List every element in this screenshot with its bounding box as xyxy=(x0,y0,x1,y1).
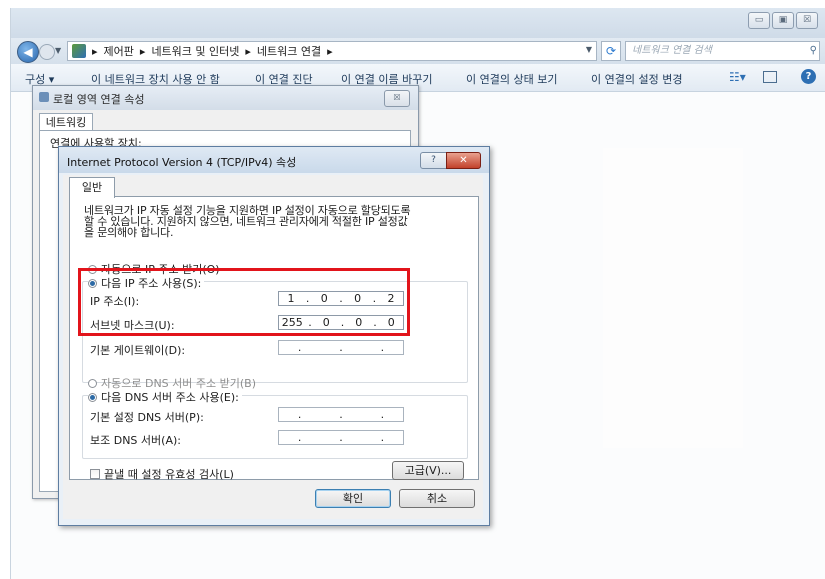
breadcrumb-sep: ▸ xyxy=(139,44,146,58)
cancel-button[interactable]: 취소 xyxy=(399,489,475,508)
network-adapter-icon xyxy=(39,92,49,102)
preferred-dns-field[interactable]: ... xyxy=(278,407,404,422)
dns-dot: . xyxy=(297,431,302,444)
maximize-button[interactable]: ▣ xyxy=(772,12,794,29)
navigation-bar: ◀ ▼ ▸ 제어판 ▸ 네트워크 및 인터넷 ▸ 네트워크 연결 ▸ ▼ ⟳ 네… xyxy=(11,38,825,64)
description-text: 네트워크가 IP 자동 설정 기능을 지원하면 IP 설정이 자동으로 할당되도… xyxy=(84,205,454,238)
view-options-icon[interactable]: ☷▾ xyxy=(729,70,746,84)
ipv4-dialog-titlebar: Internet Protocol Version 4 (TCP/IPv4) 속… xyxy=(59,147,489,173)
dns-dot: . xyxy=(297,408,302,421)
dns-dot: . xyxy=(339,408,343,421)
breadcrumb-control-panel[interactable]: 제어판 xyxy=(104,43,134,59)
general-panel: 네트워크가 IP 자동 설정 기능을 지원하면 IP 설정이 자동으로 할당되도… xyxy=(69,196,479,482)
breadcrumb-sep: ▸ xyxy=(245,44,251,58)
alternate-dns-field[interactable]: ... xyxy=(278,430,404,445)
address-dropdown-icon[interactable]: ▼ xyxy=(586,45,592,54)
gateway-dot: . xyxy=(297,341,302,354)
dns-dot: . xyxy=(380,431,385,444)
window-controls: ▭ ▣ ☒ xyxy=(748,12,818,29)
content-area xyxy=(603,148,743,448)
close-button[interactable]: ✕ xyxy=(446,152,481,169)
refresh-icon[interactable]: ⟳ xyxy=(601,41,621,61)
view-status-command[interactable]: 이 연결의 상태 보기 xyxy=(466,71,557,87)
ok-button[interactable]: 확인 xyxy=(315,489,391,508)
use-following-dns-label: 다음 DNS 서버 주소 사용(E): xyxy=(101,391,239,404)
close-window-button[interactable]: ☒ xyxy=(796,12,818,29)
radio-icon xyxy=(88,378,97,388)
address-bar[interactable]: ▸ 제어판 ▸ 네트워크 및 인터넷 ▸ 네트워크 연결 ▸ ▼ xyxy=(67,41,597,61)
help-icon[interactable]: ? xyxy=(801,69,816,84)
lan-dialog-title: 로컬 영역 연결 속성 xyxy=(53,93,145,106)
annotation-highlight-box xyxy=(78,268,410,336)
ipv4-dialog-body: 일반 네트워크가 IP 자동 설정 기능을 지원하면 IP 설정이 자동으로 할… xyxy=(63,175,483,519)
explorer-titlebar: ▭ ▣ ☒ xyxy=(11,8,825,38)
breadcrumb-sep: ▸ xyxy=(327,44,333,58)
preview-pane-icon[interactable] xyxy=(763,71,777,83)
radio-selected-icon xyxy=(88,392,97,402)
default-gateway-label: 기본 게이트웨이(D): xyxy=(90,344,186,357)
control-panel-icon xyxy=(72,44,86,58)
forward-arrow-icon[interactable] xyxy=(39,44,55,60)
dns-dot: . xyxy=(380,408,385,421)
change-settings-command[interactable]: 이 연결의 설정 변경 xyxy=(591,71,682,87)
use-following-dns-radio[interactable]: 다음 DNS 서버 주소 사용(E): xyxy=(88,389,242,405)
lan-dialog-close-button[interactable]: ☒ xyxy=(384,90,410,107)
search-placeholder: 네트워크 연결 검색 xyxy=(632,45,712,56)
gateway-dot: . xyxy=(380,341,385,354)
tab-general[interactable]: 일반 xyxy=(69,177,115,198)
ipv4-dialog-title: Internet Protocol Version 4 (TCP/IPv4) 속… xyxy=(67,156,297,169)
description-line: 을 문의해야 합니다. xyxy=(84,226,174,239)
checkbox-icon xyxy=(90,469,100,479)
breadcrumb-sep: ▸ xyxy=(92,44,98,58)
preferred-dns-label: 기본 설정 DNS 서버(P): xyxy=(90,411,204,424)
gateway-dot: . xyxy=(339,341,343,354)
advanced-button[interactable]: 고급(V)... xyxy=(392,461,464,480)
validate-settings-label: 끝낼 때 설정 유효성 검사(L) xyxy=(104,468,234,481)
help-button[interactable]: ? xyxy=(420,152,447,169)
validate-settings-checkbox[interactable]: 끝낼 때 설정 유효성 검사(L) xyxy=(90,466,234,482)
dns-dot: . xyxy=(339,431,343,444)
breadcrumb-network-connections[interactable]: 네트워크 연결 xyxy=(257,43,321,59)
breadcrumb-network-internet[interactable]: 네트워크 및 인터넷 xyxy=(151,43,239,59)
search-icon[interactable]: ⚲ xyxy=(810,42,817,60)
back-arrow-icon[interactable]: ◀ xyxy=(17,41,39,63)
lan-dialog-titlebar: 로컬 영역 연결 속성 ☒ xyxy=(33,86,418,110)
history-dropdown-icon[interactable]: ▼ xyxy=(55,46,61,55)
alternate-dns-label: 보조 DNS 서버(A): xyxy=(90,434,181,447)
search-input[interactable]: 네트워크 연결 검색 ⚲ xyxy=(625,41,820,61)
minimize-button[interactable]: ▭ xyxy=(748,12,770,29)
ipv4-properties-dialog: Internet Protocol Version 4 (TCP/IPv4) 속… xyxy=(58,146,490,526)
default-gateway-field[interactable]: ... xyxy=(278,340,404,355)
